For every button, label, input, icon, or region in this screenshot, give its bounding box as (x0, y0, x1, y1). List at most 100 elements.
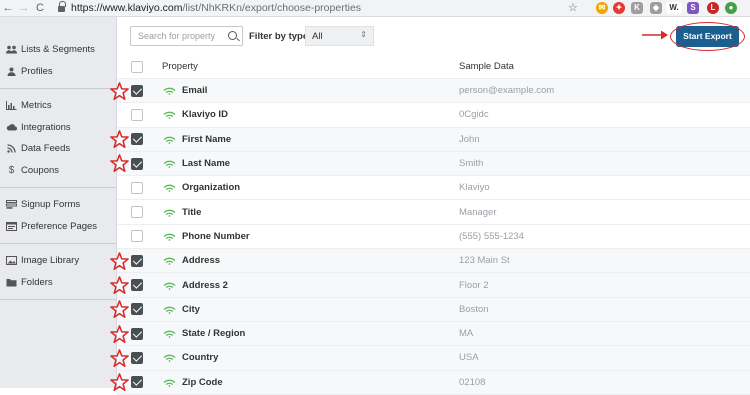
row-checkbox[interactable] (131, 303, 143, 316)
form-icon (6, 200, 17, 210)
table-row: Organization Klaviyo (117, 176, 750, 201)
row-checkbox[interactable] (131, 133, 143, 146)
property-cell: Klaviyo ID (163, 109, 228, 121)
main-content: Search for property Filter by type: All … (117, 17, 750, 395)
sidebar-item-data-feeds[interactable]: Data Feeds (0, 138, 116, 160)
annotation-star-icon (110, 276, 129, 294)
row-checkbox[interactable] (131, 376, 143, 389)
property-cell: Phone Number (163, 231, 250, 242)
sidebar-item-image-library[interactable]: Image Library (0, 250, 116, 272)
property-name: Address (182, 255, 221, 267)
back-icon[interactable]: ← (0, 0, 16, 17)
extension-icon[interactable]: L (707, 2, 719, 14)
sidebar-item-label: Metrics (21, 100, 52, 112)
sidebar-item-metrics[interactable]: Metrics (0, 95, 116, 117)
property-cell: Zip Code (163, 376, 223, 388)
extension-icon[interactable]: ◆ (650, 2, 662, 14)
table-row: City Boston (117, 297, 750, 322)
row-checkbox[interactable] (131, 351, 143, 364)
property-name: Email (182, 85, 208, 97)
sidebar-group: Image Library Folders (0, 244, 116, 300)
table-header: Property Sample Data (117, 55, 750, 79)
extension-icon[interactable]: ✦ (613, 2, 625, 14)
property-name: Title (182, 206, 202, 218)
sample-data-cell: Floor 2 (459, 279, 489, 291)
sidebar-item-integrations[interactable]: Integrations (0, 117, 116, 139)
bar-chart-icon (6, 101, 17, 111)
annotation-star-icon (110, 373, 129, 392)
property-name: State / Region (182, 328, 246, 340)
annotation-star-icon (110, 154, 129, 173)
property-cell: Email (163, 85, 208, 97)
annotation-star-icon (110, 251, 129, 270)
property-type-icon (163, 379, 176, 387)
table-row: Klaviyo ID 0Cgidc (117, 103, 750, 128)
property-name: First Name (182, 133, 232, 145)
sidebar-item-label: Preference Pages (21, 220, 98, 232)
sample-data-cell: 0Cgidc (459, 109, 489, 121)
table-row: Zip Code 02108 (117, 370, 750, 395)
row-checkbox[interactable] (131, 157, 143, 170)
row-checkbox[interactable] (131, 230, 143, 243)
sidebar-item-coupons[interactable]: $ Coupons (0, 160, 116, 182)
sidebar-item-profiles[interactable]: Profiles (0, 61, 116, 83)
sidebar-item-label: Integrations (21, 121, 71, 133)
search-input[interactable]: Search for property (130, 26, 243, 46)
row-checkbox[interactable] (131, 279, 143, 292)
sidebar-item-signup-forms[interactable]: Signup Forms (0, 194, 116, 216)
bookmark-star-icon[interactable]: ☆ (568, 0, 578, 17)
people-icon (6, 45, 17, 55)
row-checkbox[interactable] (131, 108, 143, 121)
forward-icon[interactable]: → (16, 0, 32, 17)
annotation-star-icon (110, 81, 129, 100)
search-icon[interactable] (228, 31, 237, 40)
table-row: Last Name Smith (117, 151, 750, 177)
sidebar-item-label: Lists & Segments (21, 44, 95, 56)
extension-icon[interactable]: ● (725, 2, 737, 14)
sidebar-item-preference-pages[interactable]: Preference Pages (0, 216, 116, 238)
sidebar-item-label: Coupons (21, 164, 60, 176)
extension-icon[interactable]: S (687, 2, 699, 14)
reload-icon[interactable]: C (32, 0, 48, 17)
filter-type-select[interactable]: All ⇕ (305, 26, 374, 46)
select-all-checkbox[interactable] (131, 60, 143, 73)
rss-icon (6, 144, 17, 154)
dollar-icon: $ (8, 164, 15, 176)
sample-data-cell: Klaviyo (459, 182, 490, 194)
row-checkbox[interactable] (131, 84, 143, 97)
extension-icon[interactable]: ✉ (596, 2, 608, 14)
property-name: Zip Code (182, 376, 223, 388)
sidebar-item-label: Image Library (21, 255, 80, 267)
address-bar[interactable]: https://www.klaviyo.com/list/NhKRKn/expo… (71, 2, 361, 14)
property-cell: City (163, 304, 200, 315)
extension-icon[interactable]: W. (666, 2, 682, 14)
extension-icon[interactable]: K (631, 2, 643, 14)
row-checkbox[interactable] (131, 181, 143, 194)
row-checkbox[interactable] (131, 254, 143, 267)
sidebar-item-lists-segments[interactable]: Lists & Segments (0, 39, 116, 61)
property-cell: First Name (163, 133, 232, 145)
property-cell: Title (163, 206, 202, 218)
table-row: Title Manager (117, 200, 750, 225)
url-path: /list/NhKRKn/export/choose-properties (182, 2, 362, 14)
row-checkbox[interactable] (131, 206, 143, 219)
table-row: State / Region MA (117, 321, 750, 347)
property-name: Klaviyo ID (182, 109, 228, 121)
property-name: Country (182, 352, 219, 364)
row-checkbox[interactable] (131, 327, 143, 340)
filter-value: All (312, 31, 323, 42)
property-type-icon (163, 306, 176, 314)
sample-data-cell: 02108 (459, 376, 486, 388)
sidebar-group: Metrics Integrations Data Feeds $ Coupons (0, 89, 116, 188)
table-row: Address 2 Floor 2 (117, 273, 750, 298)
property-type-icon (163, 209, 176, 217)
property-cell: Address 2 (163, 280, 228, 291)
annotation-star-icon (110, 300, 129, 319)
sample-data-cell: Smith (459, 158, 484, 170)
sidebar-item-folders[interactable]: Folders (0, 272, 116, 294)
table-row: Country USA (117, 346, 750, 371)
sidebar-item-label: Folders (21, 276, 53, 288)
sidebar-group: Lists & Segments Profiles (0, 17, 116, 89)
annotation-circle (670, 22, 745, 51)
cloud-icon (6, 122, 17, 132)
